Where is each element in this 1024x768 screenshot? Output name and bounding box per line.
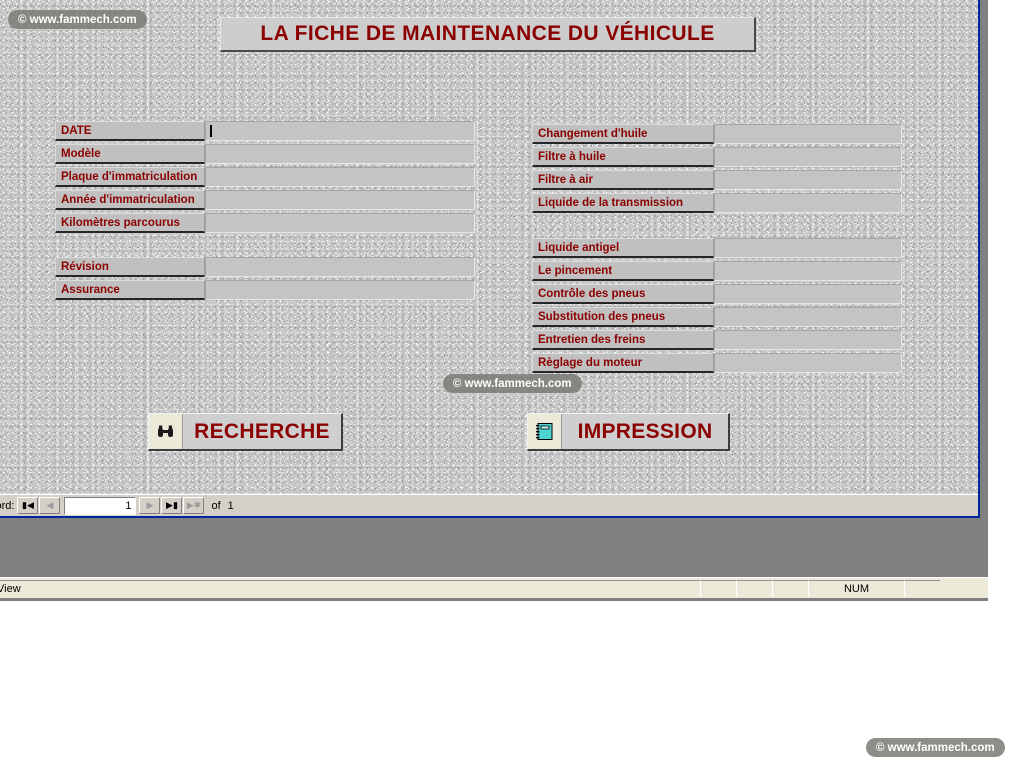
status-panel-3 <box>772 579 808 597</box>
field-input-reglage-moteur[interactable] <box>714 353 902 373</box>
field-input-annee-immatriculation[interactable] <box>205 190 475 210</box>
screen: LA FICHE DE MAINTENANCE DU VÉHICULE DATE… <box>0 0 1024 768</box>
form-row-entretien-freins: Entretien des freins <box>532 330 902 350</box>
form-row-pincement: Le pincement <box>532 261 902 281</box>
page-title: LA FICHE DE MAINTENANCE DU VÉHICULE <box>220 17 756 52</box>
form-row-date: DATE <box>55 121 475 141</box>
form-row-filtre-huile: Filtre à huile <box>532 147 902 167</box>
field-label-liquide-transmission: Liquide de la transmission <box>532 193 714 213</box>
field-label-modele: Modèle <box>55 144 205 164</box>
search-button[interactable]: RECHERCHE <box>148 413 343 451</box>
field-input-entretien-freins[interactable] <box>714 330 902 350</box>
form-canvas: LA FICHE DE MAINTENANCE DU VÉHICULE DATE… <box>0 0 978 494</box>
field-input-kilometres-parcourus[interactable] <box>205 213 475 233</box>
first-record-button[interactable]: ▮◀ <box>17 497 39 514</box>
record-number-input[interactable]: 1 <box>64 496 137 515</box>
field-label-filtre-huile: Filtre à huile <box>532 147 714 167</box>
record-navigator: cord: ▮◀ ◀ 1 ▶ ▶▮ ▶✱ of 1 <box>0 494 978 516</box>
field-input-changement-huile[interactable] <box>714 124 902 144</box>
form-row-liquide-transmission: Liquide de la transmission <box>532 193 902 213</box>
form-row-revision: Révision <box>55 257 475 277</box>
form-row-annee: Année d'immatriculation <box>55 190 475 210</box>
field-input-liquide-antigel[interactable] <box>714 238 902 258</box>
field-input-filtre-air[interactable] <box>714 170 902 190</box>
field-input-filtre-huile[interactable] <box>714 147 902 167</box>
status-panel-4 <box>904 579 940 597</box>
field-label-kilometres-parcourus: Kilomètres parcourus <box>55 213 205 233</box>
last-record-button[interactable]: ▶▮ <box>161 497 183 514</box>
field-label-pincement: Le pincement <box>532 261 714 281</box>
field-label-liquide-antigel: Liquide antigel <box>532 238 714 258</box>
form-row-liquide-antigel: Liquide antigel <box>532 238 902 258</box>
form-row-controle-pneus: Contrôle des pneus <box>532 284 902 304</box>
maintenance-form-window: LA FICHE DE MAINTENANCE DU VÉHICULE DATE… <box>0 0 980 518</box>
field-input-assurance[interactable] <box>205 280 475 300</box>
binoculars-icon <box>149 414 183 449</box>
field-label-substitution-pneus: Substitution des pneus <box>532 307 714 327</box>
watermark-bottom: © www.fammech.com <box>866 738 1005 757</box>
watermark-middle: © www.fammech.com <box>443 374 582 393</box>
form-row-substitution-pneus: Substitution des pneus <box>532 307 902 327</box>
field-label-plaque-immatriculation: Plaque d'immatriculation <box>55 167 205 187</box>
record-total: 1 <box>227 499 234 512</box>
status-badge-numlock: NUM <box>808 579 904 597</box>
form-row-kilometres: Kilomètres parcourus <box>55 213 475 233</box>
field-label-reglage-moteur: Règlage du moteur <box>532 353 714 373</box>
search-button-label: RECHERCHE <box>194 419 330 443</box>
status-message: View <box>0 579 700 597</box>
field-label-filtre-air: Filtre à air <box>532 170 714 190</box>
form-row-assurance: Assurance <box>55 280 475 300</box>
form-row-filtre-air: Filtre à air <box>532 170 902 190</box>
previous-record-button[interactable]: ◀ <box>39 497 61 514</box>
field-label-date: DATE <box>55 121 205 141</box>
watermark-top: © www.fammech.com <box>8 10 147 29</box>
field-input-plaque-immatriculation[interactable] <box>205 167 475 187</box>
form-row-reglage-moteur: Règlage du moteur <box>532 353 902 373</box>
access-application-window: LA FICHE DE MAINTENANCE DU VÉHICULE DATE… <box>0 0 988 601</box>
field-input-controle-pneus[interactable] <box>714 284 902 304</box>
field-label-revision: Révision <box>55 257 205 277</box>
status-panel-1 <box>700 579 736 597</box>
next-record-button[interactable]: ▶ <box>139 497 161 514</box>
form-row-changement-huile: Changement d'huile <box>532 124 902 144</box>
status-panel-2 <box>736 579 772 597</box>
field-input-liquide-transmission[interactable] <box>714 193 902 213</box>
field-input-date[interactable] <box>205 121 475 141</box>
form-row-plaque: Plaque d'immatriculation <box>55 167 475 187</box>
page-title-text: LA FICHE DE MAINTENANCE DU VÉHICULE <box>260 22 715 45</box>
field-input-pincement[interactable] <box>714 261 902 281</box>
field-input-modele[interactable] <box>205 144 475 164</box>
record-of-label: of <box>211 499 221 512</box>
notebook-icon <box>528 414 562 449</box>
print-button-label: IMPRESSION <box>577 419 713 443</box>
field-label-changement-huile: Changement d'huile <box>532 124 714 144</box>
field-label-controle-pneus: Contrôle des pneus <box>532 284 714 304</box>
field-label-annee-immatriculation: Année d'immatriculation <box>55 190 205 210</box>
field-label-assurance: Assurance <box>55 280 205 300</box>
field-input-substitution-pneus[interactable] <box>714 307 902 327</box>
form-row-modele: Modèle <box>55 144 475 164</box>
mdi-client-area: LA FICHE DE MAINTENANCE DU VÉHICULE DATE… <box>0 0 988 577</box>
field-label-entretien-freins: Entretien des freins <box>532 330 714 350</box>
field-input-revision[interactable] <box>205 257 475 277</box>
new-record-button[interactable]: ▶✱ <box>183 497 205 514</box>
status-bar: View NUM <box>0 577 988 598</box>
record-label: cord: <box>0 499 15 512</box>
print-button[interactable]: IMPRESSION <box>527 413 730 451</box>
